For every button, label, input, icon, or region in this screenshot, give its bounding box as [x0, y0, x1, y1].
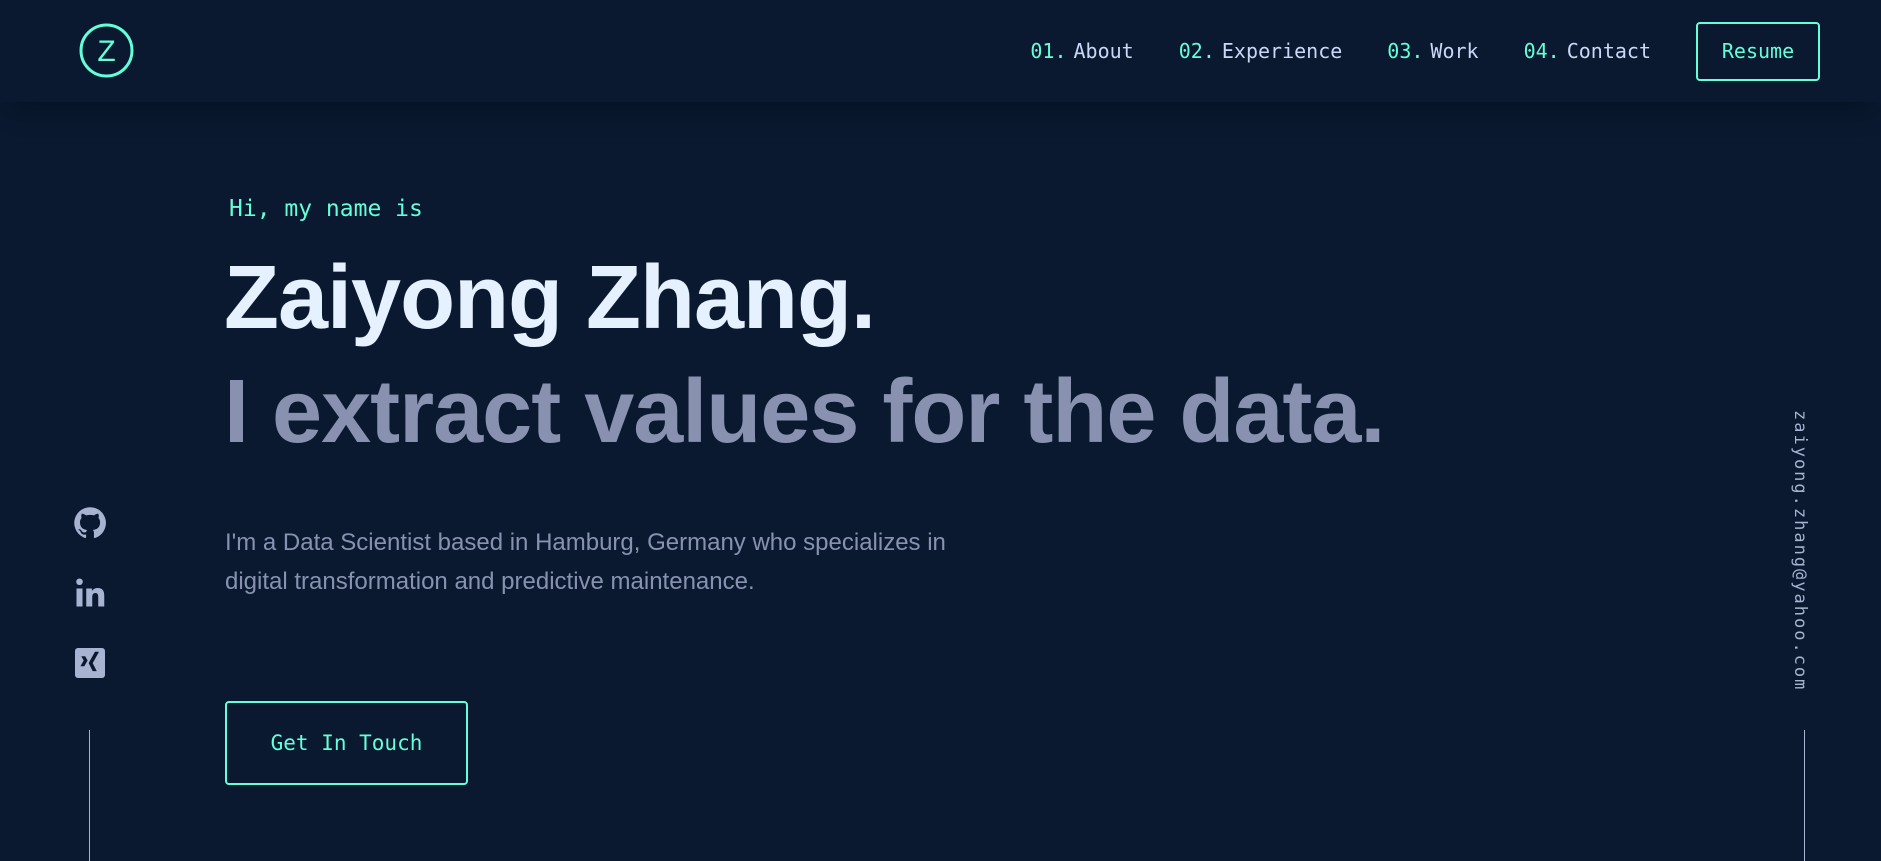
- nav-label: About: [1073, 39, 1134, 63]
- email-link[interactable]: zaiyong.zhang@yahoo.com: [1790, 410, 1810, 691]
- nav-label: Contact: [1566, 39, 1651, 63]
- left-vertical-line: [89, 730, 90, 861]
- nav-link-contact[interactable]: 04. Contact: [1524, 39, 1651, 63]
- nav-label: Work: [1430, 39, 1479, 63]
- nav-link-work[interactable]: 03. Work: [1387, 39, 1478, 63]
- z-logo-icon[interactable]: Z: [79, 23, 134, 78]
- nav-link-experience[interactable]: 02. Experience: [1179, 39, 1343, 63]
- nav-link-about[interactable]: 01. About: [1030, 39, 1133, 63]
- nav-number: 04.: [1523, 39, 1560, 63]
- hero-greeting: Hi, my name is: [229, 196, 423, 222]
- resume-button[interactable]: Resume: [1696, 21, 1820, 81]
- nav-number: 02.: [1178, 39, 1215, 63]
- social-links: [72, 505, 108, 715]
- site-header: Z 01. About 02. Experience 03. Work 04. Cont…: [0, 0, 1881, 102]
- portfolio-page: Z 01. About 02. Experience 03. Work 04. Cont…: [0, 0, 1881, 861]
- nav-label: Experience: [1221, 39, 1343, 63]
- github-icon[interactable]: [72, 505, 108, 541]
- get-in-touch-button[interactable]: Get In Touch: [225, 701, 468, 785]
- main-nav: 01. About 02. Experience 03. Work 04. Contac…: [1030, 0, 1881, 102]
- hero-name: Zaiyong Zhang.: [224, 248, 876, 348]
- hero-tagline: I extract values for the data.: [224, 362, 1385, 462]
- right-vertical-line: [1804, 730, 1805, 861]
- side-email: zaiyong.zhang@yahoo.com: [1790, 410, 1820, 691]
- nav-number: 03.: [1387, 39, 1424, 63]
- logo-letter: Z: [97, 35, 115, 68]
- hero-bio: I'm a Data Scientist based in Hamburg, G…: [225, 529, 946, 595]
- linkedin-icon[interactable]: [72, 575, 108, 611]
- nav-number: 01.: [1030, 39, 1067, 63]
- xing-icon[interactable]: [72, 645, 108, 681]
